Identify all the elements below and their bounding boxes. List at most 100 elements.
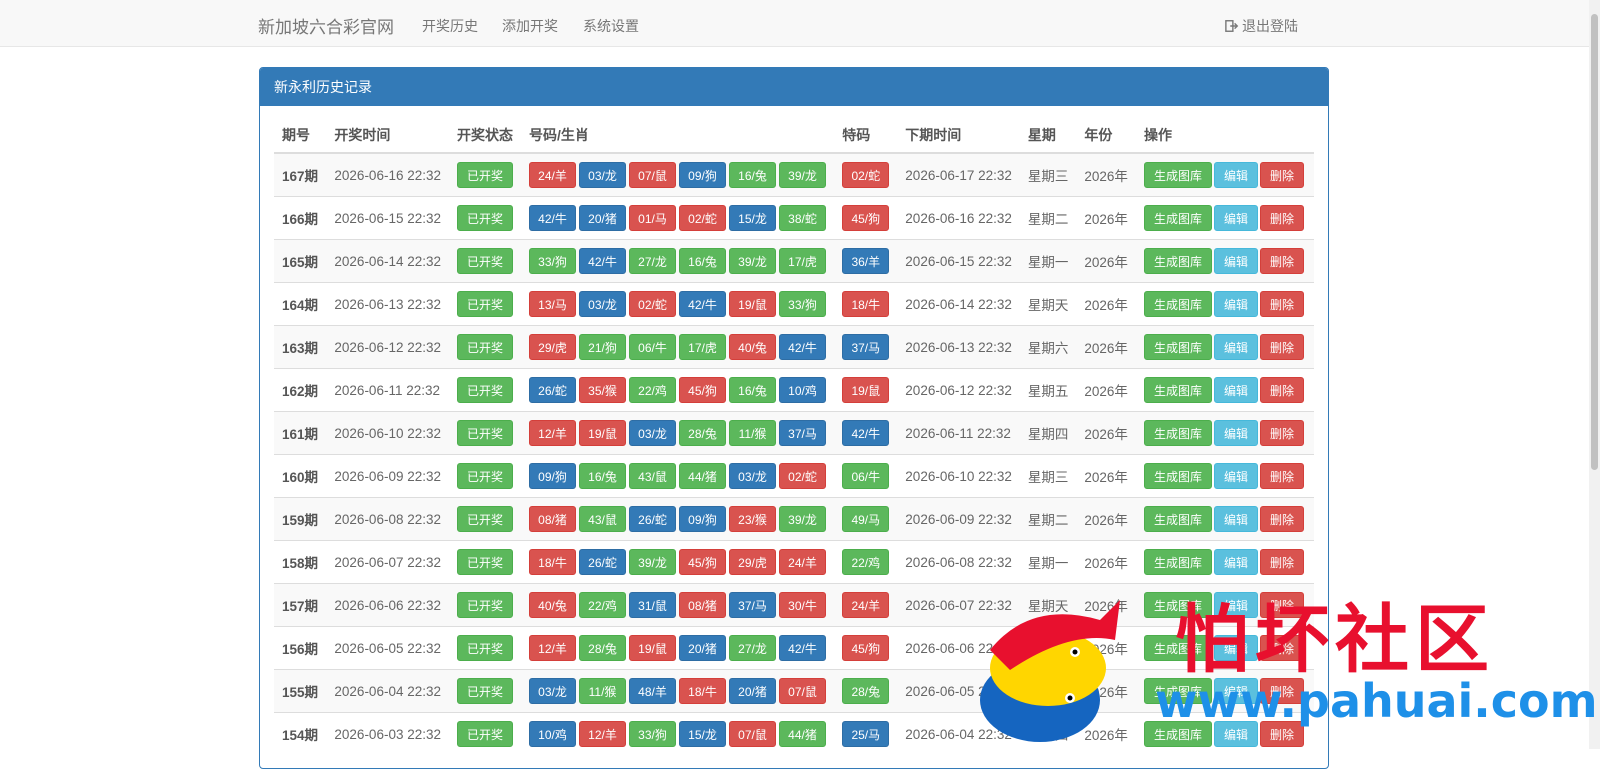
weekday-cell: 星期三 — [1019, 454, 1077, 498]
number-ball: 03/龙 — [529, 678, 577, 704]
nav-add-draw[interactable]: 添加开奖 — [502, 16, 558, 36]
status-badge: 已开奖 — [457, 377, 514, 403]
status-cell: 已开奖 — [449, 152, 522, 197]
generate-gallery-button[interactable]: 生成图库 — [1143, 506, 1212, 532]
edit-button[interactable]: 编辑 — [1213, 678, 1258, 704]
edit-button[interactable]: 编辑 — [1213, 592, 1258, 618]
draw-time-cell: 2026-06-06 22:32 — [326, 583, 449, 627]
edit-button[interactable]: 编辑 — [1213, 721, 1258, 747]
status-badge: 已开奖 — [457, 420, 514, 446]
delete-button[interactable]: 删除 — [1259, 205, 1304, 231]
number-ball: 02/蛇 — [679, 205, 727, 231]
number-ball: 48/羊 — [629, 678, 677, 704]
edit-button[interactable]: 编辑 — [1213, 549, 1258, 575]
special-cell: 36/羊 — [834, 239, 898, 283]
weekday-cell: 星期二 — [1019, 196, 1077, 240]
year-cell: 2026年 — [1076, 454, 1136, 498]
delete-button[interactable]: 删除 — [1259, 334, 1304, 360]
draw-time-cell: 2026-06-16 22:32 — [326, 152, 449, 197]
status-badge: 已开奖 — [457, 549, 514, 575]
edit-button[interactable]: 编辑 — [1213, 463, 1258, 489]
delete-button[interactable]: 删除 — [1259, 635, 1304, 661]
special-cell: 06/牛 — [834, 454, 898, 498]
number-ball: 13/马 — [529, 291, 577, 317]
status-cell: 已开奖 — [449, 368, 522, 412]
number-ball: 07/鼠 — [779, 678, 827, 704]
period-cell: 155期 — [274, 669, 327, 713]
number-ball: 03/龙 — [729, 463, 777, 489]
generate-gallery-button[interactable]: 生成图库 — [1143, 463, 1212, 489]
number-ball: 18/牛 — [679, 678, 727, 704]
actions-cell: 生成图库 编辑 删除 — [1135, 368, 1314, 412]
delete-button[interactable]: 删除 — [1259, 678, 1304, 704]
status-cell: 已开奖 — [449, 626, 522, 670]
page-scrollbar[interactable] — [1589, 0, 1600, 749]
special-cell: 37/马 — [834, 325, 898, 369]
draw-time-cell: 2026-06-15 22:32 — [326, 196, 449, 240]
edit-button[interactable]: 编辑 — [1213, 334, 1258, 360]
edit-button[interactable]: 编辑 — [1213, 248, 1258, 274]
nav-draw-history[interactable]: 开奖历史 — [422, 16, 478, 36]
delete-button[interactable]: 删除 — [1259, 291, 1304, 317]
number-ball: 42/牛 — [679, 291, 727, 317]
next-time-cell: 2026-06-05 22:32 — [897, 669, 1020, 713]
table-row: 166期 2026-06-15 22:32 已开奖 42/牛 20/猪 01/马 02/蛇 1… — [274, 196, 1314, 240]
scrollbar-thumb[interactable] — [1591, 14, 1598, 470]
generate-gallery-button[interactable]: 生成图库 — [1143, 291, 1212, 317]
special-ball: 45/狗 — [842, 635, 890, 661]
year-cell: 2026年 — [1076, 669, 1136, 713]
logout-link[interactable]: 退出登陆 — [1225, 16, 1298, 36]
next-time-cell: 2026-06-17 22:32 — [897, 152, 1020, 197]
brand-title[interactable]: 新加坡六合彩官网 — [258, 13, 394, 38]
delete-button[interactable]: 删除 — [1259, 420, 1304, 446]
number-ball: 20/猪 — [679, 635, 727, 661]
generate-gallery-button[interactable]: 生成图库 — [1143, 377, 1212, 403]
status-cell: 已开奖 — [449, 669, 522, 713]
status-badge: 已开奖 — [457, 721, 514, 747]
delete-button[interactable]: 删除 — [1259, 377, 1304, 403]
generate-gallery-button[interactable]: 生成图库 — [1143, 205, 1212, 231]
special-cell: 19/鼠 — [834, 368, 898, 412]
edit-button[interactable]: 编辑 — [1213, 377, 1258, 403]
edit-button[interactable]: 编辑 — [1213, 291, 1258, 317]
actions-cell: 生成图库 编辑 删除 — [1135, 411, 1314, 455]
number-ball: 16/兔 — [679, 248, 727, 274]
generate-gallery-button[interactable]: 生成图库 — [1143, 592, 1212, 618]
number-ball: 07/鼠 — [629, 162, 677, 188]
status-cell: 已开奖 — [449, 497, 522, 541]
table-row: 159期 2026-06-08 22:32 已开奖 08/猪 43/鼠 26/蛇 09/狗 2… — [274, 497, 1314, 541]
generate-gallery-button[interactable]: 生成图库 — [1143, 549, 1212, 575]
delete-button[interactable]: 删除 — [1259, 248, 1304, 274]
period-cell: 159期 — [274, 497, 327, 541]
edit-button[interactable]: 编辑 — [1213, 635, 1258, 661]
edit-button[interactable]: 编辑 — [1213, 205, 1258, 231]
delete-button[interactable]: 删除 — [1259, 721, 1304, 747]
generate-gallery-button[interactable]: 生成图库 — [1143, 248, 1212, 274]
next-time-cell: 2026-06-15 22:32 — [897, 239, 1020, 283]
number-ball: 44/猪 — [779, 721, 827, 747]
generate-gallery-button[interactable]: 生成图库 — [1143, 420, 1212, 446]
delete-button[interactable]: 删除 — [1259, 549, 1304, 575]
number-ball: 22/鸡 — [579, 592, 627, 618]
special-cell: 18/牛 — [834, 282, 898, 326]
generate-gallery-button[interactable]: 生成图库 — [1143, 334, 1212, 360]
delete-button[interactable]: 删除 — [1259, 592, 1304, 618]
generate-gallery-button[interactable]: 生成图库 — [1143, 721, 1212, 747]
edit-button[interactable]: 编辑 — [1213, 420, 1258, 446]
delete-button[interactable]: 删除 — [1259, 506, 1304, 532]
nav-system-settings[interactable]: 系统设置 — [583, 16, 639, 36]
special-ball: 24/羊 — [842, 592, 890, 618]
delete-button[interactable]: 删除 — [1259, 463, 1304, 489]
generate-gallery-button[interactable]: 生成图库 — [1143, 678, 1212, 704]
number-ball: 26/蛇 — [579, 549, 627, 575]
edit-button[interactable]: 编辑 — [1213, 162, 1258, 188]
delete-button[interactable]: 删除 — [1259, 162, 1304, 188]
status-badge: 已开奖 — [457, 291, 514, 317]
generate-gallery-button[interactable]: 生成图库 — [1143, 635, 1212, 661]
generate-gallery-button[interactable]: 生成图库 — [1143, 162, 1212, 188]
edit-button[interactable]: 编辑 — [1213, 506, 1258, 532]
number-ball: 09/狗 — [679, 162, 727, 188]
numbers-cell: 08/猪 43/鼠 26/蛇 09/狗 23/猴 39/龙 — [521, 497, 835, 541]
numbers-cell: 12/羊 19/鼠 03/龙 28/兔 11/猴 37/马 — [521, 411, 835, 455]
weekday-cell: 星期四 — [1019, 411, 1077, 455]
